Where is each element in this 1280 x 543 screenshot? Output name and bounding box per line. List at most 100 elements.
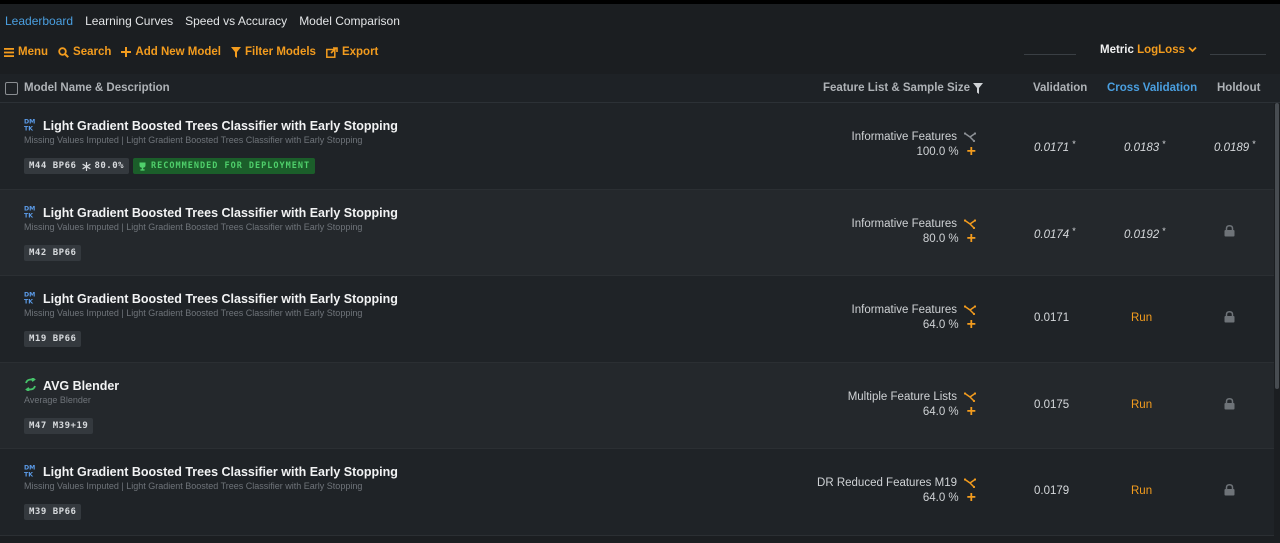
model-name[interactable]: Light Gradient Boosted Trees Classifier … (43, 465, 398, 479)
run-cross-validation-button[interactable]: Run (1131, 485, 1152, 497)
header-validation[interactable]: Validation (1033, 82, 1087, 94)
blended-models: M39+19 (52, 420, 89, 431)
menu-label: Menu (18, 46, 49, 58)
table-row[interactable]: DM TK Light Gradient Boosted Trees Classi… (0, 276, 1274, 363)
table-row[interactable]: DM TK Light Gradient Boosted Trees Classi… (0, 189, 1274, 276)
sample-size: 64.0 % (922, 492, 959, 504)
filter-icon[interactable] (973, 82, 983, 94)
metric-divider-left (1024, 54, 1076, 55)
feature-list-name[interactable]: Multiple Feature Lists (848, 391, 957, 403)
select-all-checkbox[interactable] (5, 82, 18, 95)
header-cross-validation[interactable]: Cross Validation (1107, 82, 1197, 94)
model-description: Missing Values Imputed | Light Gradient … (24, 308, 363, 318)
model-name[interactable]: Light Gradient Boosted Trees Classifier … (43, 292, 398, 306)
lock-icon (1224, 484, 1235, 499)
svg-text:TK: TK (24, 298, 33, 304)
tab-model-comparison[interactable]: Model Comparison (299, 14, 400, 28)
feature-impact-icon[interactable] (964, 305, 976, 315)
feature-list-name[interactable]: Informative Features (852, 218, 957, 230)
filter-models-label: Filter Models (245, 46, 316, 58)
table-row[interactable]: AVG Blender Average Blender M47 M39+19 M… (0, 362, 1274, 449)
model-name[interactable]: Light Gradient Boosted Trees Classifier … (43, 206, 398, 220)
model-id-badge: M42 BP66 (24, 244, 82, 261)
export-label: Export (341, 46, 379, 58)
model-description: Missing Values Imputed | Light Gradient … (24, 135, 363, 145)
recommended-label: RECOMMENDED FOR DEPLOYMENT (151, 161, 311, 171)
model-name[interactable]: Light Gradient Boosted Trees Classifier … (43, 119, 398, 133)
feature-list-name[interactable]: DR Reduced Features M19 (817, 477, 957, 489)
export-button[interactable]: Export (326, 46, 378, 58)
filter-models-button[interactable]: Filter Models (231, 46, 316, 58)
plus-icon[interactable]: + (967, 230, 976, 246)
model-id-badge: M19 BP66 (24, 331, 82, 347)
toolbar: Menu Search Add New Model Filter Models … (0, 38, 1280, 66)
export-icon (326, 46, 338, 58)
tab-leaderboard[interactable]: Leaderboard (5, 14, 73, 28)
svg-text:TK: TK (24, 125, 33, 131)
leaderboard-rows: DM TK Light Gradient Boosted Trees Classi… (0, 103, 1274, 536)
metric-selector[interactable]: Metric LogLoss (1100, 44, 1197, 56)
table-row[interactable]: DM TK Light Gradient Boosted Trees Classi… (0, 103, 1274, 190)
plus-icon[interactable]: + (967, 403, 976, 419)
feature-impact-icon[interactable] (964, 478, 976, 488)
blender-icon (24, 376, 37, 394)
menu-button[interactable]: Menu (4, 46, 48, 58)
model-id-badge: M39 BP66 (24, 504, 82, 520)
model-id-badge: M47 M39+19 (24, 417, 94, 434)
metric-divider-right (1210, 54, 1266, 55)
frozen-sample-size: 80.0% (94, 161, 125, 171)
validation-score: 0.0171 (1034, 312, 1070, 324)
leaderboard-header: Model Name & Description Feature List & … (0, 74, 1280, 103)
header-model-name[interactable]: Model Name & Description (24, 82, 170, 94)
header-feature-list[interactable]: Feature List & Sample Size (823, 82, 983, 94)
recommended-badge: RECOMMENDED FOR DEPLOYMENT (133, 158, 316, 174)
lock-icon (1224, 224, 1235, 240)
plus-icon (121, 47, 132, 57)
tab-speed-vs-accuracy[interactable]: Speed vs Accuracy (185, 14, 287, 28)
view-tabs: Leaderboard Learning Curves Speed vs Acc… (0, 4, 1280, 38)
model-id-badge: M44 BP66 80.0% (24, 158, 130, 174)
search-button[interactable]: Search (58, 46, 111, 58)
scrollbar-thumb[interactable] (1275, 103, 1279, 389)
metric-value: LogLoss (1137, 44, 1185, 56)
holdout-score: 0.0189 * (1214, 139, 1256, 154)
header-holdout[interactable]: Holdout (1217, 82, 1260, 94)
model-description: Missing Values Imputed | Light Gradient … (24, 481, 363, 491)
model-number: M39 (29, 507, 47, 517)
validation-score: 0.0179 (1034, 485, 1070, 497)
model-number: M44 (29, 161, 47, 171)
feature-impact-icon[interactable] (964, 218, 976, 229)
filter-icon (231, 46, 242, 58)
model-number: M19 (29, 334, 47, 344)
blueprint-number: BP66 (52, 507, 77, 517)
validation-score: 0.0175 (1034, 398, 1070, 411)
plus-icon[interactable]: + (967, 144, 976, 160)
snowflake-icon (82, 161, 92, 171)
add-new-model-button[interactable]: Add New Model (121, 46, 221, 58)
run-cross-validation-button[interactable]: Run (1131, 399, 1152, 411)
plus-icon[interactable]: + (967, 490, 976, 506)
run-cross-validation-button[interactable]: Run (1131, 312, 1152, 324)
dmtk-model-icon: DM TK (24, 291, 37, 307)
hamburger-icon (4, 47, 14, 57)
metric-label: Metric (1100, 44, 1134, 56)
tab-learning-curves[interactable]: Learning Curves (85, 14, 173, 28)
feature-impact-icon[interactable] (964, 391, 976, 402)
table-row[interactable]: DM TK Light Gradient Boosted Trees Classi… (0, 449, 1274, 536)
sample-size: 80.0 % (922, 232, 959, 245)
plus-icon[interactable]: + (967, 317, 976, 333)
feature-list-name[interactable]: Informative Features (852, 304, 957, 316)
model-description: Average Blender (24, 394, 91, 405)
search-label: Search (73, 46, 112, 58)
feature-impact-icon[interactable] (964, 132, 976, 142)
svg-text:TK: TK (24, 471, 33, 477)
feature-list-name[interactable]: Informative Features (852, 131, 957, 143)
dmtk-model-icon: DM TK (24, 118, 37, 134)
lock-icon (1224, 397, 1235, 413)
model-name[interactable]: AVG Blender (43, 379, 119, 393)
search-icon (58, 46, 69, 58)
dmtk-model-icon: DM TK (24, 464, 37, 480)
validation-score: 0.0171 * (1034, 139, 1076, 154)
add-new-model-label: Add New Model (135, 46, 222, 58)
model-number: M42 (29, 247, 47, 258)
